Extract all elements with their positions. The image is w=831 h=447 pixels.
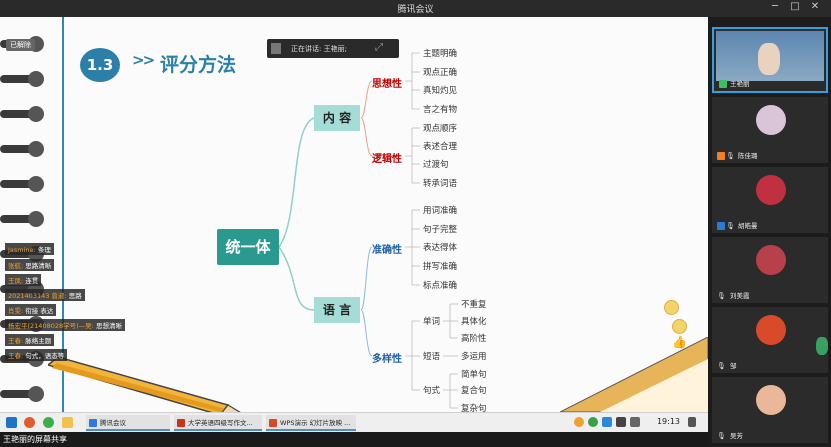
chat-message: 王凤: 连贯 xyxy=(5,274,42,286)
participant-tile[interactable]: 🎙 邹 xyxy=(712,307,828,373)
group-label: 单词 xyxy=(423,317,441,327)
participant-name: 王艳丽 xyxy=(730,80,750,88)
chat-message: 2021403143 曾淑: 思路 xyxy=(5,289,85,301)
leaf: 用词准确 xyxy=(423,206,458,216)
leaf: 句子完整 xyxy=(423,225,458,235)
chat-message: 王春: 句式，语态等 xyxy=(5,349,68,361)
leaf: 复合句 xyxy=(461,386,487,396)
sub-accuracy: 准确性 xyxy=(372,245,402,256)
meeting-app-icon xyxy=(89,419,97,427)
leaf: 不重复 xyxy=(461,300,487,310)
clock: 19:13 xyxy=(656,417,680,426)
branch-content: 内 容 xyxy=(314,105,360,131)
tray-icon[interactable] xyxy=(574,417,584,427)
mic-muted-icon: 🎙 xyxy=(717,362,726,370)
participant-tile[interactable]: 王艳丽 xyxy=(712,27,828,93)
participant-name: 刘美霞 xyxy=(730,292,750,300)
participant-avatar xyxy=(756,315,786,345)
chat-message: 王春: 脉络主题 xyxy=(5,334,55,346)
window-title: 腾讯会议 xyxy=(397,5,434,15)
network-icon[interactable] xyxy=(616,417,626,427)
sub-ideological: 思想性 xyxy=(372,79,402,90)
leaf: 复杂句 xyxy=(461,404,487,412)
chat-message: 杨宏平(21408028学号)—吴: 思想清晰 xyxy=(5,319,125,331)
participant-avatar xyxy=(756,175,786,205)
leaf: 具体化 xyxy=(461,317,487,327)
minimize-button[interactable]: ─ xyxy=(767,1,783,12)
taskbar-app-meeting[interactable]: 腾讯会议 xyxy=(86,415,170,431)
participants-panel: 王艳丽 🎙 陈佳璐 🎙 胡皓曼 🎙 刘美霞 🎙 邹 🎙 吴芳 xyxy=(708,17,831,447)
leaf: 真知灼见 xyxy=(423,86,458,96)
leaf: 转承词语 xyxy=(423,179,458,189)
chat-message: 张航: 思路清晰 xyxy=(5,259,55,271)
taskbar-app-wps-writer[interactable]: 大学英语四级写作文... xyxy=(174,415,262,431)
mic-muted-icon: 🎙 xyxy=(726,152,735,160)
participant-name: 陈佳璐 xyxy=(738,152,758,160)
chat-message: 肖雯: 衔接 表达 xyxy=(5,304,57,316)
laugh-emoji-icon xyxy=(672,319,687,334)
user-icon xyxy=(717,222,725,230)
screen-share-bar: 王艳丽的屏幕共享 xyxy=(0,432,708,447)
mic-muted-icon: 🎙 xyxy=(717,292,726,300)
leaf: 言之有物 xyxy=(423,105,458,115)
participant-avatar xyxy=(758,43,780,75)
folder-icon[interactable] xyxy=(62,417,73,428)
leaf: 观点正确 xyxy=(423,68,458,78)
participant-tile[interactable]: 🎙 刘美霞 xyxy=(712,237,828,303)
taskbar-app-wps-slides[interactable]: WPS演示 幻灯片放映 ... xyxy=(266,415,356,431)
leaf: 观点顺序 xyxy=(423,124,458,134)
group-label: 短语 xyxy=(423,352,441,362)
windows-taskbar: 腾讯会议 大学英语四级写作文... WPS演示 幻灯片放映 ... 19:13 xyxy=(0,412,708,433)
group-label: 句式 xyxy=(423,386,441,396)
participant-avatar xyxy=(756,385,786,415)
browser-icon[interactable] xyxy=(24,417,35,428)
participant-name: 吴芳 xyxy=(730,432,743,440)
leaf: 拼写准确 xyxy=(423,262,458,272)
sub-diversity: 多样性 xyxy=(372,354,402,365)
smile-emoji-icon xyxy=(664,300,679,315)
leaf: 表述合理 xyxy=(423,142,458,152)
leaf: 简单句 xyxy=(461,370,487,380)
participant-tile[interactable]: 🎙 吴芳 xyxy=(712,377,828,443)
participant-name: 胡皓曼 xyxy=(738,222,758,230)
leaf: 表达得体 xyxy=(423,243,458,253)
pencil-illustration xyxy=(48,357,241,412)
leaf: 高阶性 xyxy=(461,334,487,344)
branch-language: 语 言 xyxy=(314,297,360,323)
mic-icon xyxy=(719,80,727,88)
mindmap-root: 统一体 xyxy=(217,229,279,265)
notifications-icon[interactable] xyxy=(688,417,696,427)
participant-avatar xyxy=(756,245,786,275)
volume-icon[interactable] xyxy=(630,417,640,427)
leaf: 标点准确 xyxy=(423,281,458,291)
tray-icon[interactable] xyxy=(602,417,612,427)
start-icon[interactable] xyxy=(6,417,17,428)
sub-logical: 逻辑性 xyxy=(372,154,402,165)
participant-tile[interactable]: 🎙 胡皓曼 xyxy=(712,167,828,233)
participant-name: 邹 xyxy=(730,362,737,370)
mic-muted-icon: 🎙 xyxy=(726,222,735,230)
chrome-icon[interactable] xyxy=(43,417,54,428)
wps-writer-icon xyxy=(177,419,185,427)
close-button[interactable]: ✕ xyxy=(807,1,823,12)
thumbs-up-icon: 👍 xyxy=(672,335,687,349)
mic-muted-icon: 🎙 xyxy=(717,432,726,440)
leaf: 过渡句 xyxy=(423,160,449,170)
shared-slide: 已解除 1.3 >> 评分方法 正在讲话: 王艳丽; ⤢ 统一体 内 容 语 言… xyxy=(0,17,708,412)
chat-message: Jasmine: 条理 xyxy=(5,243,54,255)
tray-icon[interactable] xyxy=(588,417,598,427)
participant-tile[interactable]: 🎙 陈佳璐 xyxy=(712,97,828,163)
leaf: 主题明确 xyxy=(423,49,458,59)
leaf: 多运用 xyxy=(461,352,487,362)
mascot-icon xyxy=(816,337,828,355)
window-titlebar: 腾讯会议 ─ □ ✕ xyxy=(0,0,831,17)
screen-share-label: 王艳丽的屏幕共享 xyxy=(3,435,67,444)
wps-slides-icon xyxy=(269,419,277,427)
user-icon xyxy=(717,152,725,160)
participant-avatar xyxy=(756,105,786,135)
maximize-button[interactable]: □ xyxy=(787,1,803,12)
